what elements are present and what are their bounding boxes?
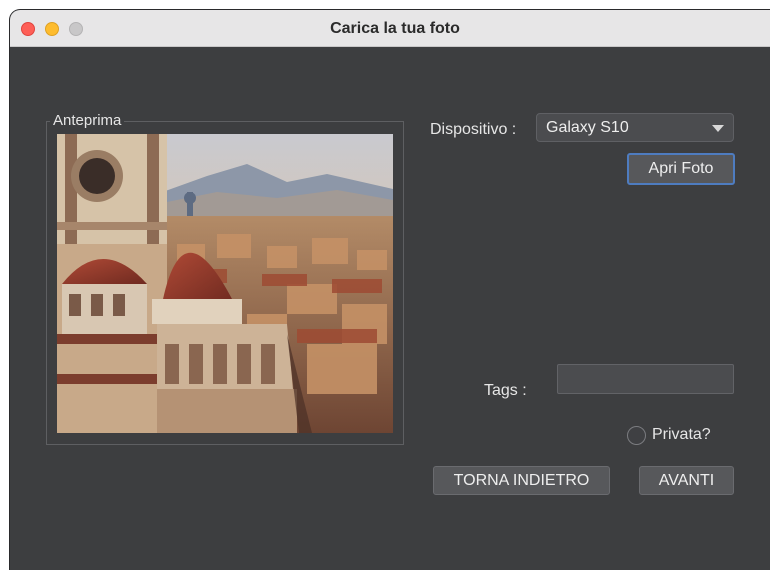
tags-label: Tags :: [484, 382, 527, 399]
preview-image: [57, 134, 393, 433]
preview-title: Anteprima: [50, 112, 125, 129]
tags-input[interactable]: [557, 364, 734, 394]
window-title: Carica la tua foto: [330, 20, 460, 37]
title-bar: Carica la tua foto: [10, 10, 770, 47]
device-selected-value: Galaxy S10: [546, 119, 629, 136]
device-label: Dispositivo :: [430, 121, 517, 138]
main-content: Anteprima Dispositivo: Galaxy S10 Apri …: [10, 47, 770, 570]
upload-photo-window: Carica la tua foto Anteprima Dispositivo…: [10, 10, 770, 570]
device-select[interactable]: Galaxy S10: [536, 113, 734, 142]
chevron-down-icon: [712, 125, 724, 132]
private-radio[interactable]: [627, 426, 646, 445]
next-button[interactable]: AVANTI: [639, 466, 734, 495]
back-button[interactable]: TORNA INDIETRO: [433, 466, 610, 495]
open-photo-button[interactable]: Apri Foto: [627, 153, 735, 185]
private-label: Privata?: [652, 426, 711, 443]
